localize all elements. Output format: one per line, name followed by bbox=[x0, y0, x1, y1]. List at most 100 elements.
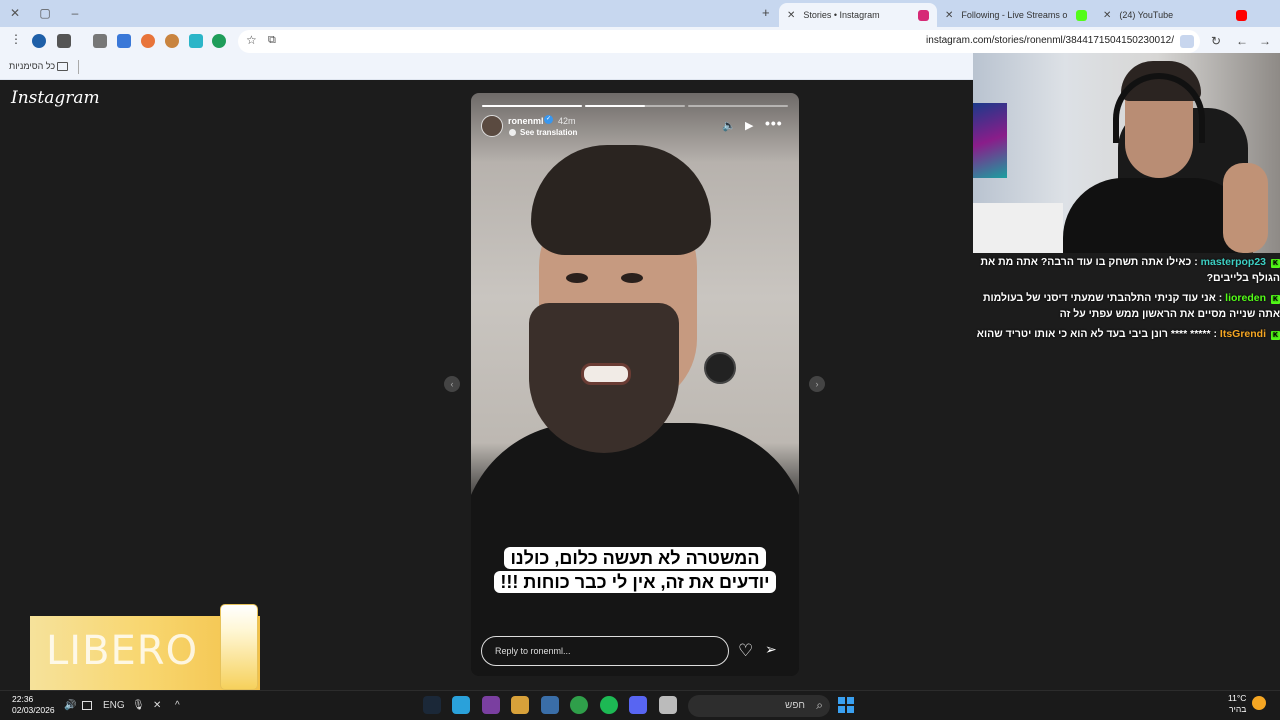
steam-icon[interactable] bbox=[423, 696, 441, 714]
previous-story-icon[interactable]: ‹ bbox=[444, 376, 460, 392]
story-caption: המשטרה לא תעשה כלום, כולנו יודעים את זה,… bbox=[489, 546, 781, 594]
app-icon[interactable] bbox=[482, 696, 500, 714]
forward-icon[interactable]: → bbox=[1259, 34, 1271, 48]
wall-art bbox=[973, 103, 1007, 178]
tab-youtube[interactable]: ✕ (24) YouTube bbox=[1095, 3, 1255, 27]
extensions-icon[interactable] bbox=[93, 34, 107, 48]
chat-message: KItsGrendi : ***** **** רונן ביבי בעד לא… bbox=[976, 328, 1280, 340]
address-bar[interactable]: ☆ ⧉ instagram.com/stories/ronenml/384417… bbox=[238, 30, 1200, 53]
all-bookmarks-label[interactable]: כל הסימניות bbox=[9, 61, 55, 71]
verified-badge-icon: ✓ bbox=[544, 115, 553, 124]
clock-date: 02/03/2026 bbox=[12, 705, 55, 715]
chat-username: lioreden bbox=[1225, 292, 1266, 304]
extension-icon[interactable] bbox=[141, 34, 155, 48]
maximize-window-icon[interactable]: ▢ bbox=[38, 6, 52, 20]
notepad-icon[interactable] bbox=[541, 696, 559, 714]
back-icon[interactable]: ← bbox=[1236, 34, 1248, 48]
story-progress-fill bbox=[482, 105, 582, 107]
chat-message: Klioreden : אני עוד קניתי התלהבתי שמעתי … bbox=[982, 292, 1280, 320]
extension-icon[interactable] bbox=[165, 34, 179, 48]
next-story-icon[interactable]: › bbox=[809, 376, 825, 392]
tab-kick[interactable]: ✕ Following - Live Streams on Kick bbox=[937, 3, 1095, 27]
microphone-icon[interactable]: 🎙 bbox=[132, 700, 145, 711]
clock[interactable]: 22:36 02/03/2026 bbox=[12, 694, 55, 716]
tab-label: Stories • Instagram bbox=[803, 10, 880, 20]
folder-icon[interactable] bbox=[57, 62, 68, 71]
volume-icon[interactable]: 🔈 bbox=[722, 119, 736, 132]
spotify-icon[interactable] bbox=[600, 696, 618, 714]
story-progress-bar bbox=[688, 105, 788, 107]
close-window-icon[interactable]: ✕ bbox=[8, 6, 22, 20]
menu-icon[interactable]: ⋮ bbox=[10, 33, 22, 51]
perfume-bottle bbox=[220, 604, 258, 690]
send-icon[interactable]: ➢ bbox=[765, 641, 777, 658]
avatar[interactable] bbox=[481, 115, 503, 137]
tab-instagram[interactable]: ✕ Stories • Instagram bbox=[779, 3, 937, 27]
new-tab-button[interactable]: + bbox=[762, 5, 770, 20]
temperature: 11°C bbox=[1228, 693, 1247, 703]
tab-label: Following - Live Streams on Kick bbox=[961, 10, 1068, 20]
caption-text: המשטרה לא תעשה כלום, כולנו יודעים את זה,… bbox=[494, 547, 776, 593]
instagram-icon bbox=[918, 9, 929, 21]
windows-start-icon[interactable] bbox=[838, 697, 854, 713]
play-icon[interactable]: ▶ bbox=[745, 119, 753, 132]
chat-overlay: Kmasterpop23 : כאילו אתה תשחק בו עוד הרב… bbox=[973, 254, 1280, 346]
chat-text: ***** **** רונן ביבי בעד לא הוא כי אותו … bbox=[976, 328, 1211, 340]
grammarly-icon[interactable] bbox=[212, 34, 226, 48]
network-icon[interactable] bbox=[82, 701, 92, 710]
clock-time: 22:36 bbox=[12, 694, 34, 704]
story-progress-bar bbox=[482, 105, 582, 107]
tab-label: (24) YouTube bbox=[1119, 10, 1174, 20]
kick-badge-icon: K bbox=[1271, 295, 1280, 304]
kick-badge-icon: K bbox=[1271, 259, 1280, 268]
file-explorer-icon[interactable] bbox=[659, 696, 677, 714]
heart-icon[interactable]: ♡ bbox=[738, 641, 753, 661]
streamer-hand bbox=[1223, 163, 1268, 253]
chat-username: masterpop23 bbox=[1200, 256, 1266, 268]
taskbar: 22:36 02/03/2026 🔊 ENG 🎙 ✕ ^ חפש ⌕ 11°C … bbox=[0, 690, 1280, 720]
reading-list-icon[interactable] bbox=[57, 34, 71, 48]
more-options-icon[interactable]: ••• bbox=[765, 115, 783, 131]
story-time: 42m bbox=[558, 116, 576, 126]
reload-icon[interactable]: ↻ bbox=[1211, 34, 1221, 48]
mute-icon[interactable]: ✕ bbox=[153, 700, 161, 711]
minimize-window-icon[interactable]: – bbox=[68, 6, 82, 20]
chat-message: Kmasterpop23 : כאילו אתה תשחק בו עוד הרב… bbox=[980, 256, 1280, 284]
site-settings-icon[interactable] bbox=[1180, 35, 1194, 48]
sponsor-ad: LIBERO bbox=[30, 604, 260, 690]
extension-icon[interactable] bbox=[117, 34, 131, 48]
discord-icon[interactable] bbox=[629, 696, 647, 714]
search-label: חפש bbox=[785, 700, 805, 711]
see-translation-link[interactable]: See translation bbox=[520, 128, 577, 137]
url-text[interactable]: instagram.com/stories/ronenml/3844171504… bbox=[926, 35, 1174, 46]
language-indicator[interactable]: ENG bbox=[103, 700, 125, 711]
speaker-icon[interactable]: 🔊 bbox=[64, 700, 76, 711]
kick-icon bbox=[1076, 9, 1087, 21]
divider bbox=[78, 60, 79, 74]
instagram-logo[interactable]: Instagram bbox=[11, 88, 100, 108]
taskbar-search[interactable]: חפש ⌕ bbox=[688, 695, 830, 717]
telegram-icon[interactable] bbox=[452, 696, 470, 714]
person-eye bbox=[566, 273, 588, 283]
app-icon[interactable] bbox=[511, 696, 529, 714]
weather-widget[interactable]: 11°C בהיר bbox=[1228, 693, 1246, 715]
youtube-icon bbox=[1236, 9, 1247, 21]
story-progress-bar bbox=[585, 105, 685, 107]
cast-icon[interactable]: ⧉ bbox=[268, 34, 276, 47]
story-username[interactable]: ronenml bbox=[508, 116, 544, 126]
profile-icon[interactable] bbox=[32, 34, 46, 48]
story-progress-fill bbox=[585, 105, 645, 107]
extension-icon[interactable] bbox=[189, 34, 203, 48]
chevron-up-icon[interactable]: ^ bbox=[175, 700, 180, 711]
bookmark-star-icon[interactable]: ☆ bbox=[246, 33, 257, 47]
close-tab-icon[interactable]: ✕ bbox=[1103, 10, 1111, 21]
reply-input[interactable]: Reply to ronenml... bbox=[481, 636, 729, 666]
sun-icon bbox=[1252, 696, 1266, 710]
close-tab-icon[interactable]: ✕ bbox=[787, 10, 795, 21]
close-tab-icon[interactable]: ✕ bbox=[945, 10, 953, 21]
translate-icon bbox=[509, 129, 516, 136]
chrome-icon[interactable] bbox=[570, 696, 588, 714]
ad-brand: LIBERO bbox=[46, 628, 199, 674]
tab-strip: ✕ ▢ – + ✕ Stories • Instagram ✕ Followin… bbox=[0, 0, 1280, 27]
story-viewer[interactable]: ronenml ✓ 42m See translation 🔈 ▶ ••• המ… bbox=[471, 93, 799, 676]
